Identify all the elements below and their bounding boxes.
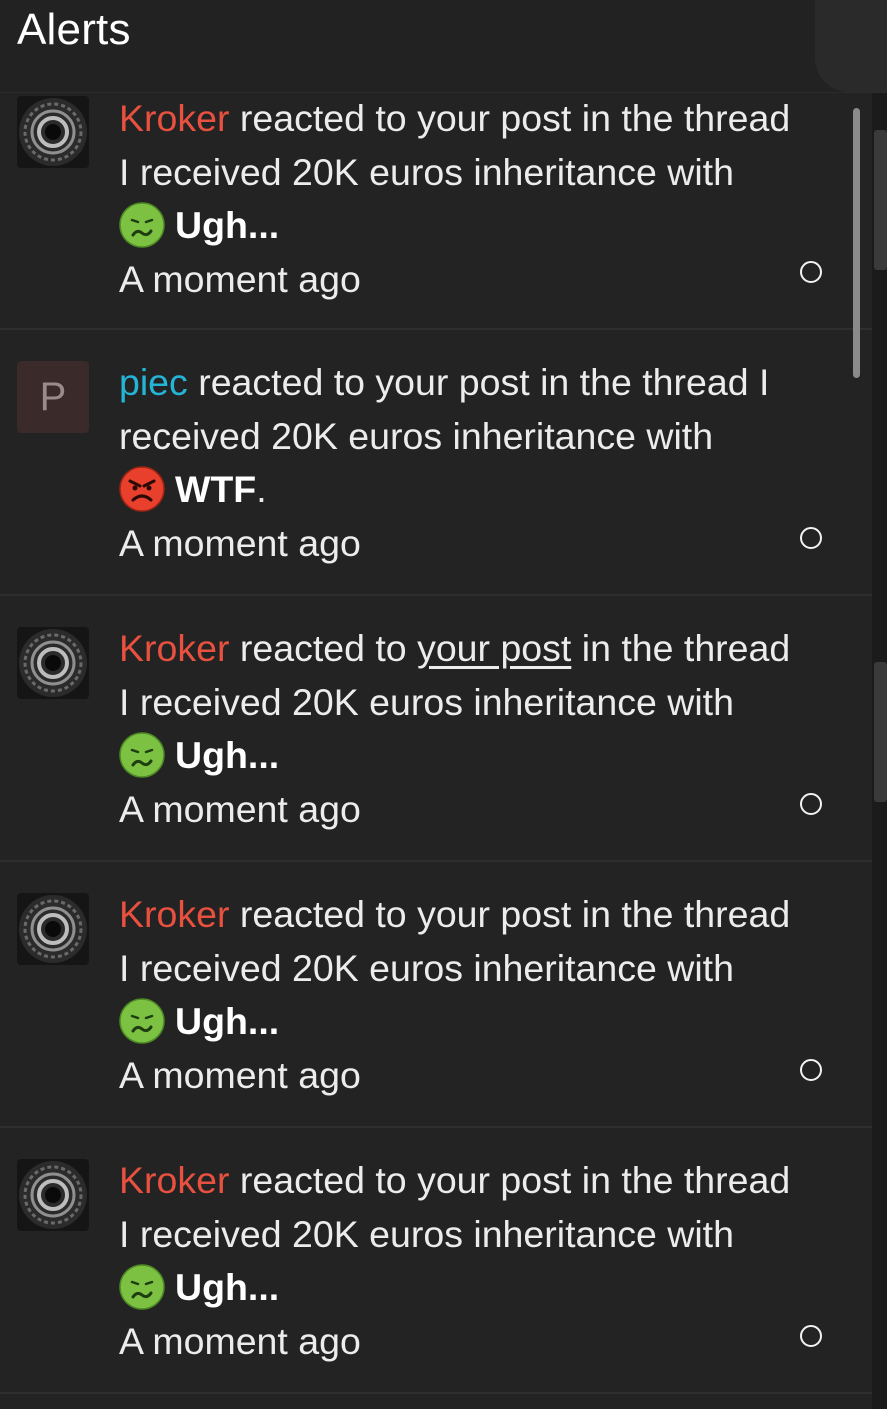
avatar-kroker[interactable] bbox=[17, 96, 89, 168]
background-edge-detail bbox=[874, 662, 887, 802]
alert-item[interactable]: Kroker reacted to your post in the threa… bbox=[0, 93, 872, 330]
avatar-kroker[interactable] bbox=[17, 1159, 89, 1231]
thread-title-link[interactable]: I received 20K euros inheritance with bbox=[119, 676, 839, 730]
avatar-kroker[interactable] bbox=[17, 893, 89, 965]
alert-action-text: reacted to your post in the thread bbox=[239, 1159, 791, 1201]
thread-title-link[interactable]: I received 20K euros inheritance with bbox=[119, 146, 839, 200]
scrollbar-thumb[interactable] bbox=[853, 108, 860, 378]
spiral-avatar-icon bbox=[17, 893, 89, 965]
spiral-avatar-icon bbox=[17, 96, 89, 168]
avatar-piec[interactable]: P bbox=[17, 361, 89, 433]
alert-time: A moment ago bbox=[119, 1053, 361, 1096]
nauseated-face-icon bbox=[119, 732, 165, 778]
your-post-link[interactable]: your post bbox=[417, 627, 571, 669]
avatar-kroker[interactable] bbox=[17, 627, 89, 699]
alert-item[interactable]: Kroker reacted to your post in the threa… bbox=[0, 596, 872, 862]
mark-read-toggle[interactable] bbox=[800, 793, 822, 815]
username-link[interactable]: Kroker bbox=[119, 1159, 229, 1201]
alert-time: A moment ago bbox=[119, 787, 361, 830]
alert-action-text: reacted to your post in the thread I bbox=[198, 361, 770, 403]
username-link[interactable]: Kroker bbox=[119, 97, 229, 139]
nauseated-face-icon bbox=[119, 998, 165, 1044]
reaction-label: Ugh... bbox=[175, 204, 280, 246]
alert-item[interactable]: P piec reacted to your post in the threa… bbox=[0, 330, 872, 596]
alerts-header: Alerts bbox=[0, 0, 887, 93]
alert-action-text: reacted to your post in the thread bbox=[239, 97, 791, 139]
spiral-avatar-icon bbox=[17, 1159, 89, 1231]
alert-action-text: reacted to your post in the thread bbox=[239, 893, 791, 935]
username-link[interactable]: Kroker bbox=[119, 893, 229, 935]
background-edge-detail bbox=[874, 130, 887, 270]
angry-face-icon bbox=[119, 466, 165, 512]
alert-content: Kroker reacted to your post in the threa… bbox=[119, 888, 839, 1102]
reaction-label: Ugh... bbox=[175, 1266, 280, 1308]
header-corner-tab[interactable] bbox=[815, 0, 887, 92]
alert-content: Kroker reacted to your post in the threa… bbox=[119, 622, 839, 836]
thread-title-link[interactable]: received 20K euros inheritance with bbox=[119, 410, 839, 464]
alert-time: A moment ago bbox=[119, 257, 361, 300]
mark-read-toggle[interactable] bbox=[800, 527, 822, 549]
username-link[interactable]: piec bbox=[119, 361, 188, 403]
alert-item[interactable] bbox=[0, 1394, 872, 1409]
thread-title-link[interactable]: I received 20K euros inheritance with bbox=[119, 1208, 839, 1262]
mark-read-toggle[interactable] bbox=[800, 261, 822, 283]
alert-action-pre: reacted to bbox=[239, 627, 407, 669]
reaction-label: Ugh... bbox=[175, 1000, 280, 1042]
page-title: Alerts bbox=[17, 5, 131, 54]
alert-action-post: in the thread bbox=[581, 627, 791, 669]
spiral-avatar-icon bbox=[17, 627, 89, 699]
nauseated-face-icon bbox=[119, 202, 165, 248]
reaction-label: WTF bbox=[175, 468, 257, 510]
reaction-label: Ugh... bbox=[175, 734, 280, 776]
alert-content: piec reacted to your post in the thread … bbox=[119, 356, 839, 570]
alert-time: A moment ago bbox=[119, 521, 361, 564]
alert-content: Kroker reacted to your post in the threa… bbox=[119, 93, 839, 306]
thread-title-link[interactable]: I received 20K euros inheritance with bbox=[119, 942, 839, 996]
alert-item[interactable]: Kroker reacted to your post in the threa… bbox=[0, 1128, 872, 1394]
mark-read-toggle[interactable] bbox=[800, 1325, 822, 1347]
alert-item[interactable]: Kroker reacted to your post in the threa… bbox=[0, 862, 872, 1128]
avatar-letter: P bbox=[39, 375, 67, 419]
mark-read-toggle[interactable] bbox=[800, 1059, 822, 1081]
alert-content: Kroker reacted to your post in the threa… bbox=[119, 1154, 839, 1368]
alert-time: A moment ago bbox=[119, 1319, 361, 1362]
alerts-list[interactable]: Kroker reacted to your post in the threa… bbox=[0, 93, 872, 1409]
nauseated-face-icon bbox=[119, 1264, 165, 1310]
username-link[interactable]: Kroker bbox=[119, 627, 229, 669]
